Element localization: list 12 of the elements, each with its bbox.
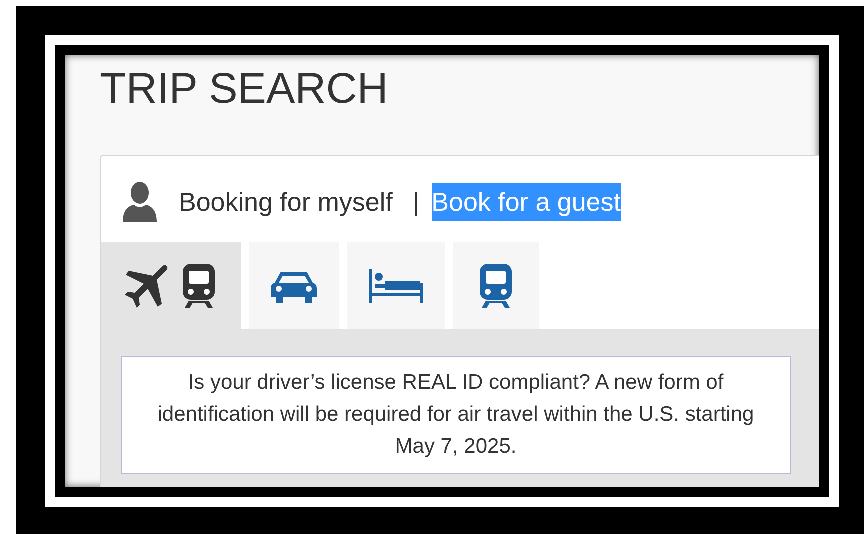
car-tab[interactable] — [249, 242, 339, 329]
bed-icon — [369, 268, 423, 302]
train-icon — [181, 262, 217, 308]
hotel-tab[interactable] — [347, 242, 445, 329]
flight-rail-tab[interactable] — [101, 242, 241, 329]
separator: | — [412, 186, 420, 218]
person-icon — [123, 182, 157, 222]
train-icon — [478, 262, 514, 308]
booking-option[interactable]: Booking for myself — [179, 183, 393, 221]
page-title: TRIP SEARCH — [100, 69, 390, 109]
rail-tab[interactable] — [453, 242, 539, 329]
notice-message: Is your driver’s license REAL ID compliant? A new form of identification will be required for air travel within the U.S. starting May 7, 2025. — [121, 356, 791, 474]
